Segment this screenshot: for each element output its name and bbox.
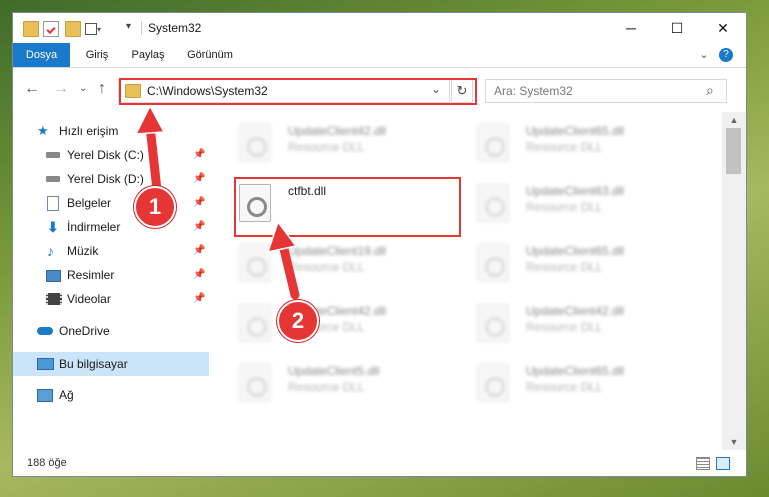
arrow-1: [145, 121, 162, 195]
callout-step-2: 2: [277, 300, 319, 342]
callout-step-1: 1: [134, 186, 176, 228]
arrow-2: [278, 240, 300, 300]
annotation-arrows: [134, 104, 300, 300]
arrow-1-head: [134, 104, 166, 135]
arrow-2-head: [266, 220, 298, 254]
